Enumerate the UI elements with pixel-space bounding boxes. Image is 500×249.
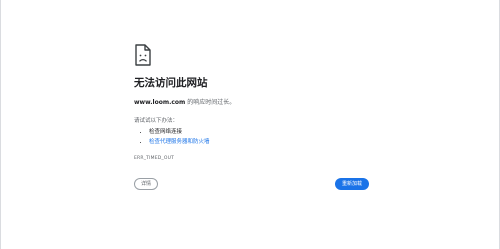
suggestion-check-proxy: 检查代理服务器和防火墙 [149, 137, 374, 147]
error-page: 无法访问此网站 www.loom.com 的响应时间过长。 请试试以下办法： 检… [0, 0, 500, 249]
error-content: 无法访问此网站 www.loom.com 的响应时间过长。 请试试以下办法： 检… [134, 44, 374, 162]
suggestion-list: 检查网络连接 检查代理服务器和防火墙 [134, 127, 374, 147]
suggestion-check-network: 检查网络连接 [149, 127, 374, 137]
error-host: www.loom.com [134, 99, 186, 106]
try-label: 请试试以下办法： [134, 118, 179, 124]
sad-page-icon [135, 44, 151, 66]
reload-button[interactable]: 重新加载 [335, 178, 369, 190]
error-description: www.loom.com 的响应时间过长。 [134, 98, 374, 107]
error-message: 的响应时间过长。 [185, 99, 236, 106]
details-button[interactable]: 详情 [134, 178, 158, 190]
suggestion-check-proxy-link[interactable]: 检查代理服务器和防火墙 [149, 139, 210, 145]
error-title: 无法访问此网站 [134, 77, 208, 89]
error-code: ERR_TIMED_OUT [134, 156, 175, 161]
